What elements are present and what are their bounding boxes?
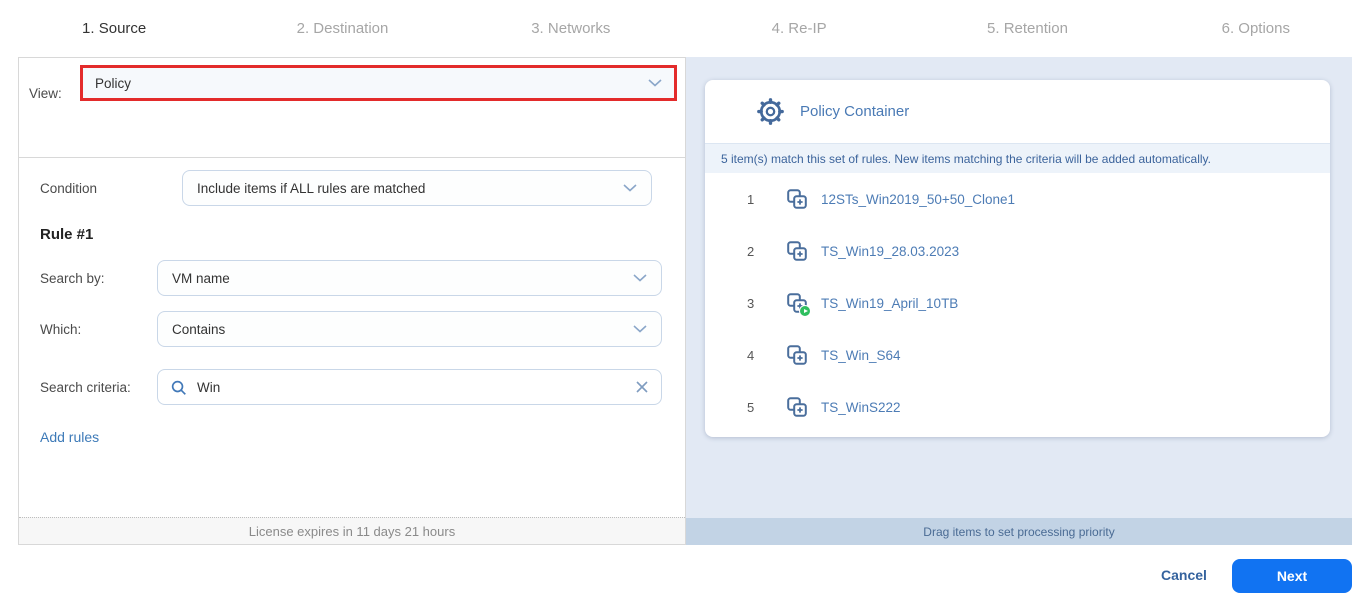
search-by-label: Search by: (40, 271, 105, 286)
item-name: TS_Win19_April_10TB (821, 296, 958, 311)
running-status-badge (799, 305, 811, 317)
tab-source[interactable]: 1. Source (0, 0, 228, 57)
wizard-steps: 1. Source 2. Destination 3. Networks 4. … (0, 0, 1370, 57)
condition-dropdown[interactable]: Include items if ALL rules are matched (182, 170, 652, 206)
chevron-down-icon (633, 325, 647, 333)
wizard-screen: 1. Source 2. Destination 3. Networks 4. … (0, 0, 1370, 612)
vm-list: 1 12STs_Win2019_50+50_Clone1 2 TS_Win19_… (705, 173, 1330, 433)
item-name: 12STs_Win2019_50+50_Clone1 (821, 192, 1015, 207)
license-bar: License expires in 11 days 21 hours (19, 517, 685, 544)
search-criteria-field (157, 369, 662, 405)
search-criteria-input[interactable] (197, 380, 635, 395)
list-item[interactable]: 3 TS_Win19_April_10TB (705, 277, 1330, 329)
item-name: TS_Win19_28.03.2023 (821, 244, 959, 259)
item-number: 4 (747, 348, 765, 363)
condition-label: Condition (40, 181, 97, 196)
source-panel: View: Policy Condition Include items if … (18, 57, 686, 545)
vm-icon (787, 189, 807, 209)
item-name: TS_WinS222 (821, 400, 901, 415)
condition-dropdown-value: Include items if ALL rules are matched (197, 181, 623, 196)
gear-icon (757, 98, 784, 125)
list-item[interactable]: 4 TS_Win_S64 (705, 329, 1330, 381)
match-info-text: 5 item(s) match this set of rules. New i… (721, 152, 1211, 166)
list-item[interactable]: 2 TS_Win19_28.03.2023 (705, 225, 1330, 277)
search-by-dropdown[interactable]: VM name (157, 260, 662, 296)
list-item[interactable]: 1 12STs_Win2019_50+50_Clone1 (705, 173, 1330, 225)
item-number: 5 (747, 400, 765, 415)
drag-priority-bar: Drag items to set processing priority (686, 518, 1352, 545)
tab-destination[interactable]: 2. Destination (228, 0, 456, 57)
search-icon (170, 379, 187, 396)
which-dropdown[interactable]: Contains (157, 311, 662, 347)
tab-networks[interactable]: 3. Networks (457, 0, 685, 57)
policy-container-card: Policy Container 5 item(s) match this se… (705, 80, 1330, 437)
drag-hint-text: Drag items to set processing priority (923, 525, 1114, 539)
chevron-down-icon (633, 274, 647, 282)
tab-retention[interactable]: 5. Retention (913, 0, 1141, 57)
which-label: Which: (40, 322, 81, 337)
vm-icon (787, 345, 807, 365)
item-name: TS_Win_S64 (821, 348, 901, 363)
license-text: License expires in 11 days 21 hours (249, 524, 455, 539)
view-dropdown[interactable]: Policy (83, 68, 674, 98)
policy-panel: Policy Container 5 item(s) match this se… (686, 57, 1352, 545)
which-dropdown-value: Contains (172, 322, 633, 337)
search-criteria-label: Search criteria: (40, 380, 131, 395)
next-button[interactable]: Next (1232, 559, 1352, 593)
rule-title: Rule #1 (40, 226, 93, 243)
match-info-bar: 5 item(s) match this set of rules. New i… (705, 143, 1330, 173)
vm-running-icon (787, 293, 807, 313)
tab-reip[interactable]: 4. Re-IP (685, 0, 913, 57)
view-section: View: Policy (19, 58, 685, 158)
vm-icon (787, 397, 807, 417)
search-by-dropdown-value: VM name (172, 271, 633, 286)
list-item[interactable]: 5 TS_WinS222 (705, 381, 1330, 433)
tab-options[interactable]: 6. Options (1142, 0, 1370, 57)
chevron-down-icon (648, 79, 662, 87)
policy-container-header: Policy Container (705, 80, 1330, 143)
chevron-down-icon (623, 184, 637, 192)
item-number: 1 (747, 192, 765, 207)
add-rules-link[interactable]: Add rules (40, 429, 99, 445)
item-number: 2 (747, 244, 765, 259)
cancel-button[interactable]: Cancel (1161, 567, 1207, 583)
item-number: 3 (747, 296, 765, 311)
view-dropdown-highlight: Policy (80, 65, 677, 101)
policy-container-title: Policy Container (800, 103, 909, 120)
vm-icon (787, 241, 807, 261)
view-label: View: (29, 86, 62, 101)
clear-icon[interactable] (635, 380, 649, 394)
view-dropdown-value: Policy (95, 76, 648, 91)
